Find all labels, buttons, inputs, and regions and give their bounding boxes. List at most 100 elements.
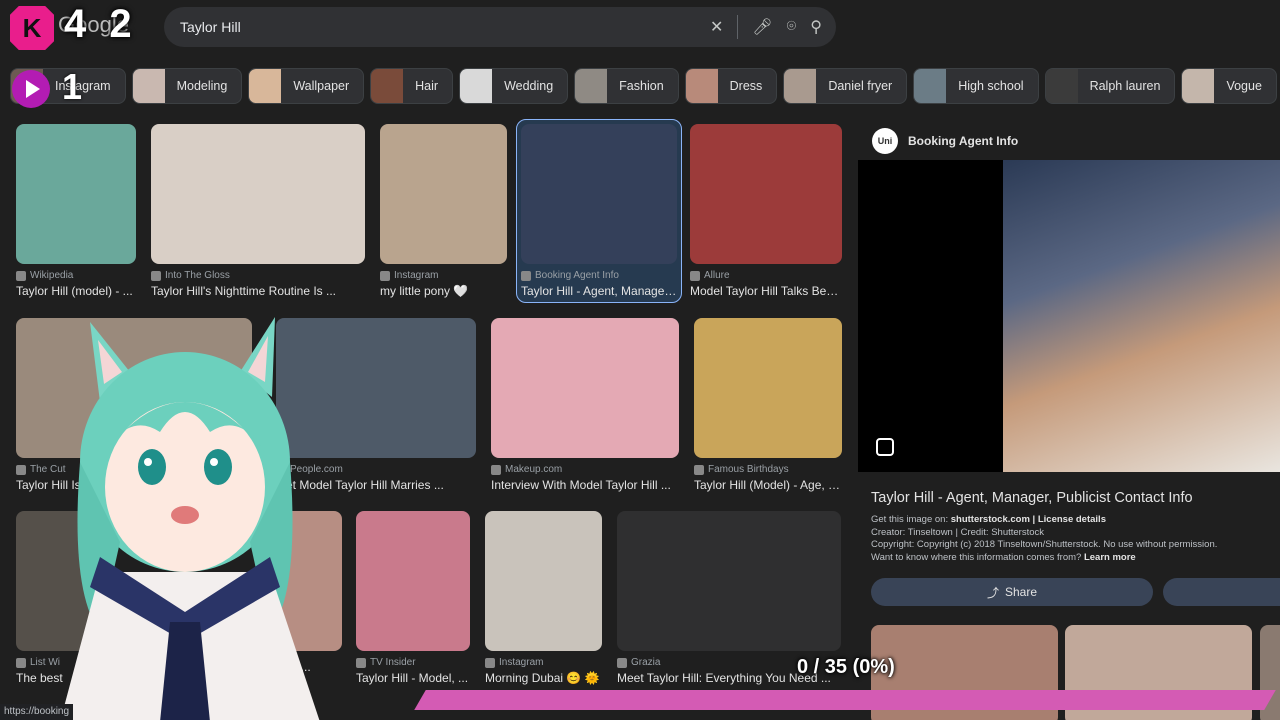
result-source: Instagram bbox=[485, 657, 602, 668]
chip-hair[interactable]: Hair bbox=[370, 68, 454, 104]
favicon-icon bbox=[380, 270, 390, 281]
favicon-icon bbox=[151, 270, 161, 281]
chip-thumbnail bbox=[575, 69, 608, 103]
result-thumbnail[interactable] bbox=[521, 124, 677, 264]
lens-icon[interactable]: ⌾ bbox=[787, 18, 797, 36]
chip-thumbnail bbox=[132, 69, 165, 103]
result-title[interactable]: Taylor Hill's Nighttime Routine Is ... bbox=[151, 284, 365, 298]
chip-thumbnail bbox=[460, 69, 493, 103]
chip-wallpaper[interactable]: Wallpaper bbox=[248, 68, 365, 104]
result-title[interactable]: Taylor Hill - Model, ... bbox=[356, 671, 470, 685]
chip-thumbnail bbox=[685, 69, 718, 103]
chip-thumbnail bbox=[1182, 69, 1215, 103]
source-avatar: Uni bbox=[872, 128, 898, 154]
vtuber-avatar bbox=[60, 317, 320, 720]
chip-modeling[interactable]: Modeling bbox=[131, 68, 243, 104]
result-source: Into The Gloss bbox=[151, 270, 365, 281]
result-source-label: Into The Gloss bbox=[165, 270, 230, 281]
panel-preview-image[interactable] bbox=[1003, 160, 1280, 472]
creator-text: Creator: Tinseltown | Credit: Shuttersto… bbox=[871, 526, 1045, 538]
result-title[interactable]: Morning Dubai 😊 🌞 bbox=[485, 671, 602, 685]
result-title[interactable]: Model Taylor Hill Talks Bea... bbox=[690, 284, 842, 298]
search-divider bbox=[737, 15, 739, 39]
image-result[interactable]: Into The Gloss Taylor Hill's Nighttime Ro… bbox=[151, 124, 365, 298]
panel-meta: Get this image on: shutterstock.com | Li… bbox=[871, 514, 1218, 563]
lens-search-icon[interactable] bbox=[876, 438, 894, 456]
chip-ralph-lauren[interactable]: Ralph lauren bbox=[1044, 68, 1176, 104]
progress-bar bbox=[414, 690, 1276, 710]
clear-icon[interactable]: ✕ bbox=[710, 17, 723, 37]
result-source-label: Famous Birthdays bbox=[708, 464, 789, 475]
chip-high-school[interactable]: High school bbox=[913, 68, 1039, 104]
result-title[interactable]: Interview With Model Taylor Hill ... bbox=[491, 478, 679, 492]
result-title[interactable]: my little pony 🤍 bbox=[380, 284, 507, 298]
image-result[interactable]: Makeup.com Interview With Model Taylor Hi… bbox=[491, 318, 679, 492]
microphone-icon[interactable]: 🎤︎ bbox=[752, 17, 772, 37]
chip-dress[interactable]: Dress bbox=[684, 68, 778, 104]
result-source-label: Instagram bbox=[394, 270, 439, 281]
chip-vogue[interactable]: Vogue bbox=[1181, 68, 1277, 104]
result-thumbnail[interactable] bbox=[16, 124, 136, 264]
image-result[interactable]: Booking Agent Info Taylor Hill - Agent, M… bbox=[516, 119, 682, 303]
share-icon: ⤴ bbox=[986, 585, 999, 600]
result-thumbnail[interactable] bbox=[356, 511, 470, 651]
chip-thumbnail bbox=[371, 69, 404, 103]
result-thumbnail[interactable] bbox=[485, 511, 602, 651]
favicon-icon bbox=[485, 657, 495, 668]
chip-label: Wallpaper bbox=[293, 79, 350, 93]
result-title[interactable]: Taylor Hill (model) - ... bbox=[16, 284, 136, 298]
overlay-play-icon bbox=[12, 70, 50, 108]
result-source-label: Grazia bbox=[631, 657, 661, 668]
license-link[interactable]: shutterstock.com | License details bbox=[951, 514, 1106, 525]
result-source-label: Allure bbox=[704, 270, 730, 281]
chip-wedding[interactable]: Wedding bbox=[459, 68, 569, 104]
image-result[interactable]: Instagram my little pony 🤍 bbox=[380, 124, 507, 298]
overlay-counter: 4 2 bbox=[64, 2, 138, 46]
image-result[interactable]: Allure Model Taylor Hill Talks Bea... bbox=[690, 124, 842, 298]
result-title[interactable]: Taylor Hill - Agent, Manager... bbox=[521, 284, 677, 298]
result-thumbnail[interactable] bbox=[151, 124, 365, 264]
image-result[interactable]: TV Insider Taylor Hill - Model, ... bbox=[356, 511, 470, 685]
panel-title[interactable]: Taylor Hill - Agent, Manager, Publicist … bbox=[871, 490, 1193, 506]
progress-counter: 0 / 35 (0%) bbox=[797, 656, 895, 678]
chip-label: Hair bbox=[415, 79, 439, 93]
chip-daniel-fryer[interactable]: Daniel fryer bbox=[783, 68, 908, 104]
favicon-icon bbox=[16, 657, 26, 668]
result-source-label: Instagram bbox=[499, 657, 544, 668]
image-result[interactable]: Famous Birthdays Taylor Hill (Model) - Ag… bbox=[694, 318, 842, 492]
overlay-logo: K bbox=[10, 6, 54, 50]
result-thumbnail[interactable] bbox=[690, 124, 842, 264]
panel-source[interactable]: Uni Booking Agent Info bbox=[872, 128, 1018, 154]
result-thumbnail[interactable] bbox=[617, 511, 841, 651]
result-source: Instagram bbox=[380, 270, 507, 281]
chip-thumbnail bbox=[249, 69, 282, 103]
result-title[interactable]: Taylor Hill (Model) - Age, B... bbox=[694, 478, 842, 492]
search-bar[interactable]: Taylor Hill ✕ 🎤︎ ⌾ ⚲ bbox=[164, 7, 836, 47]
copyright-text: Copyright: Copyright (c) 2018 Tinseltown… bbox=[871, 539, 1218, 550]
image-result[interactable]: Instagram Morning Dubai 😊 🌞 bbox=[485, 511, 602, 685]
chip-label: High school bbox=[958, 79, 1024, 93]
chip-label: Ralph lauren bbox=[1089, 79, 1161, 93]
search-input[interactable]: Taylor Hill bbox=[180, 19, 710, 35]
visit-button[interactable] bbox=[1163, 578, 1280, 606]
result-source-label: List Wi bbox=[30, 657, 60, 668]
favicon-icon bbox=[16, 270, 26, 281]
result-thumbnail[interactable] bbox=[694, 318, 842, 458]
share-button[interactable]: ⤴ Share bbox=[871, 578, 1153, 606]
panel-image-letterbox bbox=[858, 160, 1004, 472]
result-thumbnail[interactable] bbox=[491, 318, 679, 458]
chip-thumbnail bbox=[784, 69, 817, 103]
chip-label: Wedding bbox=[504, 79, 554, 93]
search-icon[interactable]: ⚲ bbox=[810, 17, 822, 37]
chip-fashion[interactable]: Fashion bbox=[574, 68, 679, 104]
result-source: Wikipedia bbox=[16, 270, 136, 281]
result-thumbnail[interactable] bbox=[380, 124, 507, 264]
learn-more-link[interactable]: Learn more bbox=[1084, 552, 1136, 563]
result-source-label: Booking Agent Info bbox=[535, 270, 619, 281]
favicon-icon bbox=[16, 464, 26, 475]
favicon-icon bbox=[690, 270, 700, 281]
result-source: Booking Agent Info bbox=[521, 270, 677, 281]
favicon-icon bbox=[521, 270, 531, 281]
favicon-icon bbox=[356, 657, 366, 668]
image-result[interactable]: Wikipedia Taylor Hill (model) - ... bbox=[16, 124, 136, 298]
